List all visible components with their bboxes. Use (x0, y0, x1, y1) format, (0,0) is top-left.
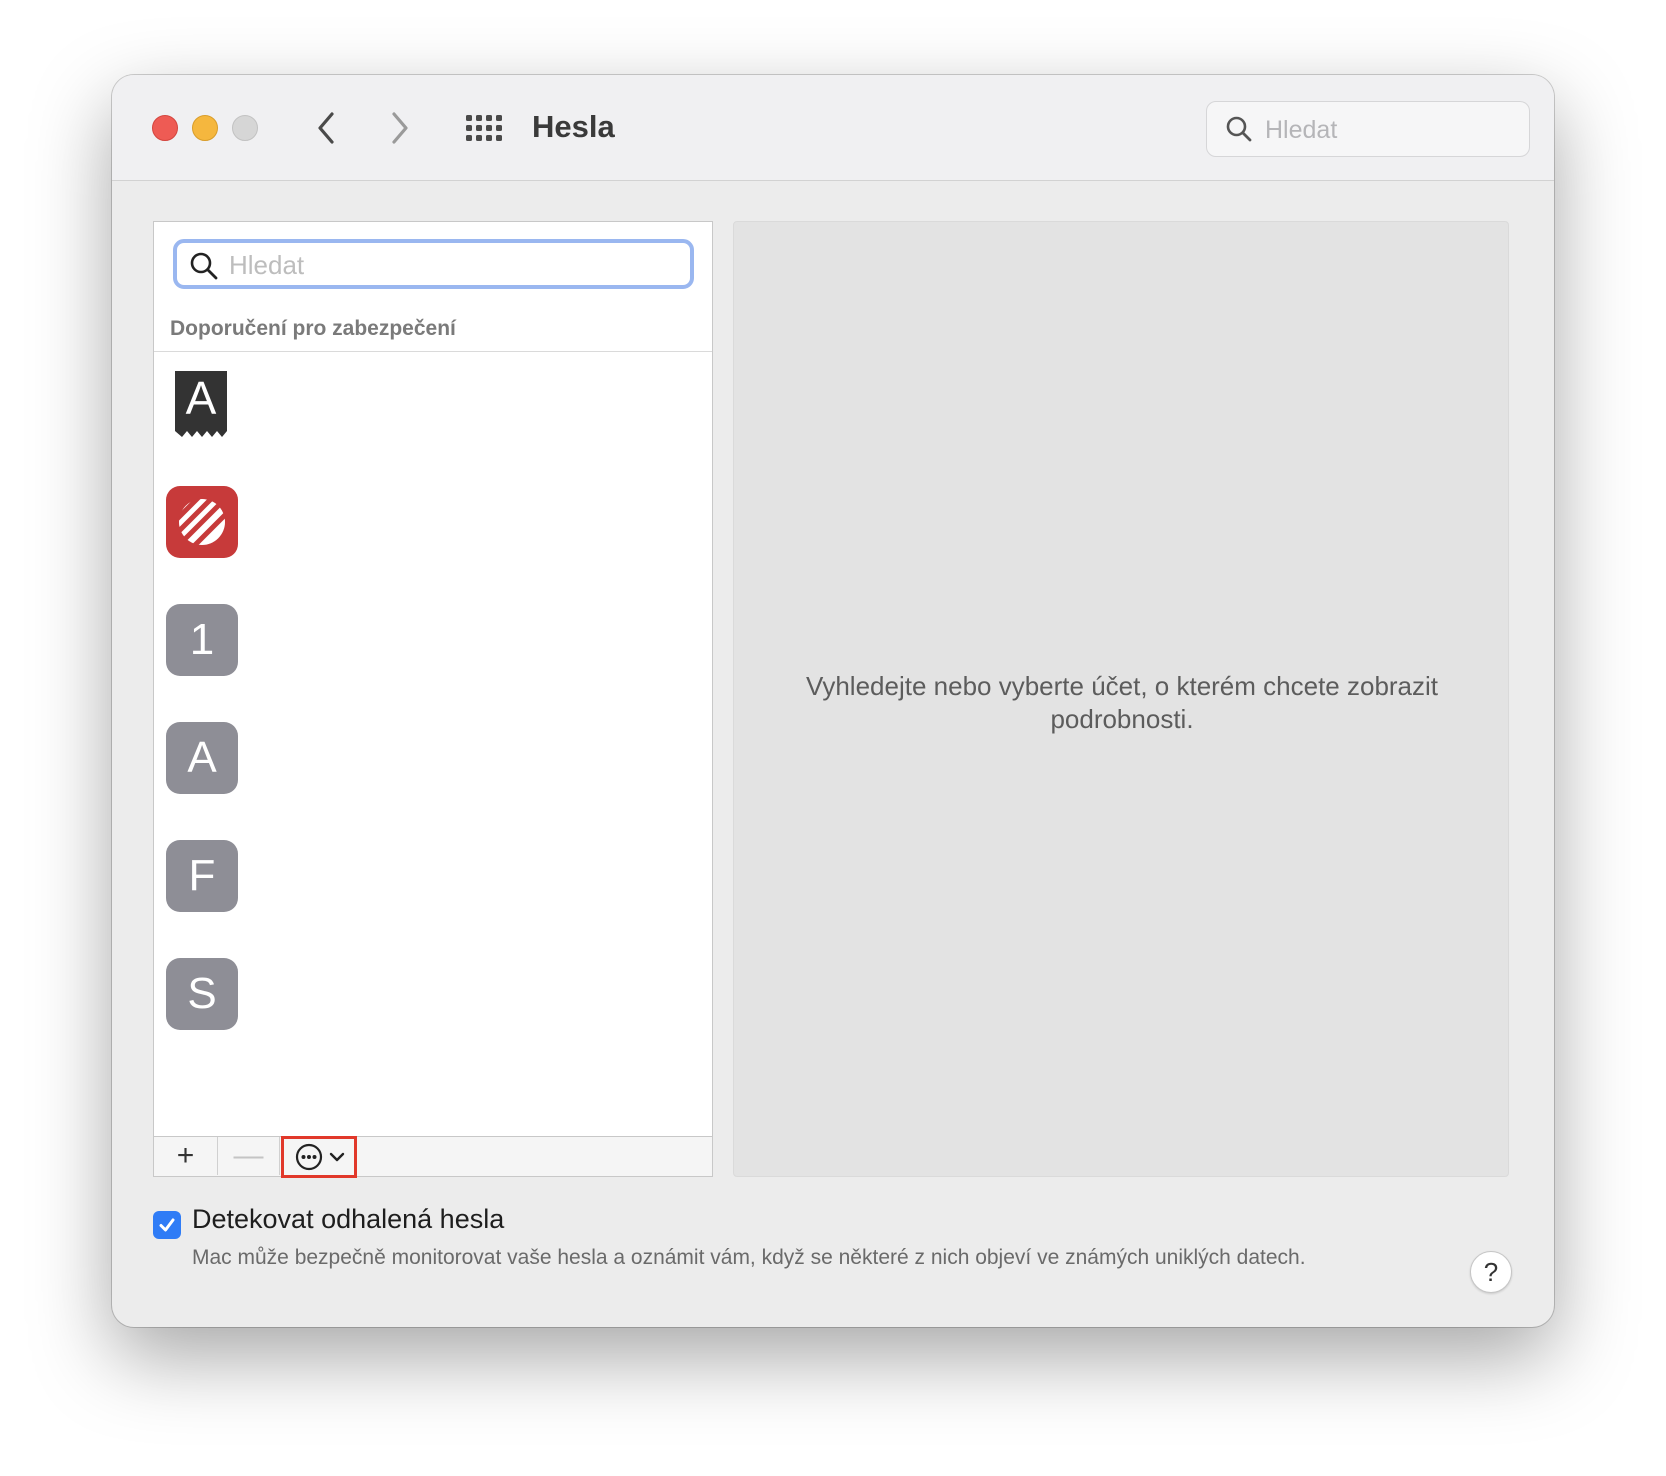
remove-account-button[interactable]: — (218, 1137, 280, 1175)
letter-avatar: A (166, 722, 238, 794)
account-row[interactable]: A (154, 707, 712, 825)
account-row[interactable]: 1 (154, 589, 712, 707)
account-row[interactable]: S (154, 943, 712, 1061)
account-initial: 1 (189, 615, 215, 664)
checkmark-icon (159, 1218, 175, 1232)
account-detail-panel: Vyhledejte nebo vyberte účet, o kterém c… (733, 221, 1509, 1177)
close-button[interactable] (152, 115, 178, 141)
back-button[interactable] (304, 105, 348, 151)
grid-icon (466, 115, 502, 141)
search-icon (190, 252, 218, 280)
list-search-input[interactable] (229, 247, 669, 283)
toolbar-search-field[interactable] (1206, 101, 1530, 157)
app-icon-red-stripes (166, 486, 238, 558)
ellipsis-circle-icon (295, 1143, 322, 1171)
more-options-button[interactable] (281, 1136, 357, 1178)
search-icon (1226, 116, 1252, 142)
window-title: Hesla (532, 109, 615, 144)
account-row[interactable]: F (154, 825, 712, 943)
minimize-button[interactable] (192, 115, 218, 141)
help-button[interactable]: ? (1470, 1251, 1512, 1293)
account-initial: A (185, 372, 217, 424)
toolbar-search-input[interactable] (1265, 110, 1515, 150)
section-divider (154, 351, 712, 352)
account-row[interactable]: A (154, 353, 712, 471)
account-row[interactable] (154, 471, 712, 589)
accounts-list-panel: Doporučení pro zabezpečení A (153, 221, 713, 1178)
passwords-window: Hesla Doporučení pro zabezpečení A (112, 75, 1554, 1327)
security-recommendations-header[interactable]: Doporučení pro zabezpečení (170, 317, 456, 341)
show-all-button[interactable] (462, 109, 506, 149)
list-toolbar: + — (154, 1136, 712, 1178)
titlebar: Hesla (112, 75, 1554, 181)
account-initial: F (188, 851, 216, 900)
letter-avatar: F (166, 840, 238, 912)
app-icon-receipt-a: A (173, 369, 229, 441)
chevron-right-icon (392, 112, 408, 144)
list-search-field[interactable] (173, 239, 694, 289)
chevron-left-icon (318, 112, 334, 144)
account-initial: S (187, 969, 217, 1018)
forward-button[interactable] (378, 105, 422, 151)
chevron-down-icon (329, 1152, 344, 1162)
zoom-button[interactable] (232, 115, 258, 141)
detect-compromised-label[interactable]: Detekovat odhalená hesla (192, 1204, 504, 1235)
letter-avatar: S (166, 958, 238, 1030)
letter-avatar: 1 (166, 604, 238, 676)
empty-state-message: Vyhledejte nebo vyberte účet, o kterém c… (805, 671, 1439, 734)
account-initial: A (187, 733, 217, 782)
detect-compromised-checkbox[interactable] (153, 1211, 181, 1239)
detect-compromised-description: Mac může bezpečně monitorovat vaše hesla… (192, 1246, 1306, 1269)
add-account-button[interactable]: + (154, 1137, 218, 1175)
